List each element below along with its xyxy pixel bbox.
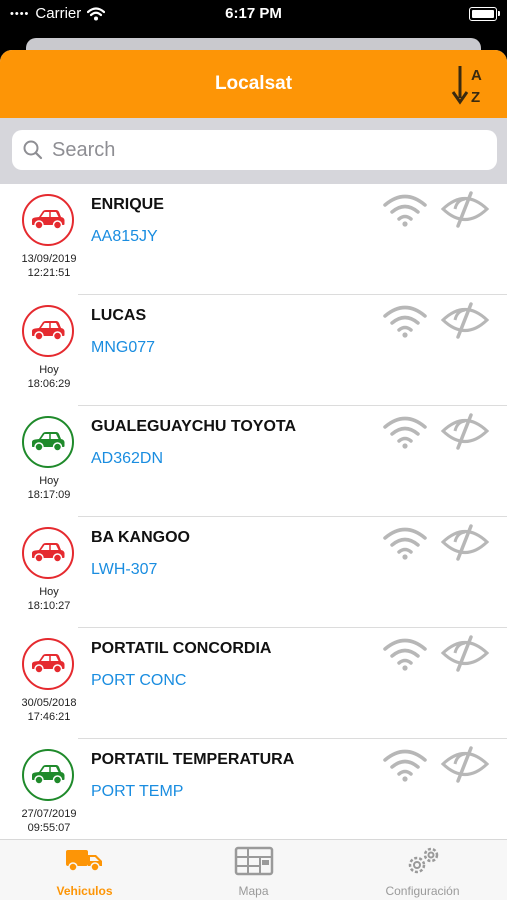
vehicle-name: BA KANGOO [91, 529, 190, 546]
vehicle-plate: AA815JY [91, 228, 158, 245]
tab-gears[interactable]: Configuración [338, 840, 507, 900]
last-report-date: Hoy [39, 586, 59, 598]
last-report-time: 12:21:51 [27, 267, 71, 279]
map-icon [169, 846, 338, 876]
car-status-icon [22, 749, 74, 801]
vehicles-sheet: Localsat A Z 13/09/2019 12: [0, 50, 507, 900]
last-report-time: 09:55:07 [27, 822, 71, 834]
vehicle-row[interactable]: Hoy 18:10:27 BA KANGOO LWH-307 [22, 517, 507, 628]
car-status-icon [22, 305, 74, 357]
tab-label: Mapa [238, 884, 269, 898]
nav-header: Localsat A Z [0, 50, 507, 118]
last-report: 27/07/2019 09:55:07 [10, 807, 88, 835]
vehicle-list: 13/09/2019 12:21:51 ENRIQUE AA815JY Hoy … [0, 184, 507, 839]
last-report: 13/09/2019 12:21:51 [10, 252, 88, 280]
connection-wifi-icon[interactable] [382, 414, 428, 450]
tab-bar: Vehiculos Mapa Configuración [0, 839, 507, 900]
vehicle-plate: LWH-307 [91, 561, 158, 578]
vehicle-plate: MNG077 [91, 339, 156, 356]
visibility-eye-slash-icon[interactable] [440, 634, 490, 672]
vehicle-plate: AD362DN [91, 450, 164, 467]
search-icon [23, 140, 43, 160]
last-report: Hoy 18:17:09 [10, 474, 88, 502]
vehicle-name: LUCAS [91, 307, 147, 324]
truck-icon [0, 846, 169, 876]
connection-wifi-icon[interactable] [382, 525, 428, 561]
last-report-date: 30/05/2018 [21, 697, 77, 709]
last-report-time: 18:06:29 [27, 378, 71, 390]
vehicle-plate: PORT TEMP [91, 783, 184, 800]
visibility-eye-slash-icon[interactable] [440, 412, 490, 450]
car-status-icon [22, 194, 74, 246]
tab-label: Configuración [385, 884, 460, 898]
vehicle-name: GUALEGUAYCHU TOYOTA [91, 418, 297, 435]
last-report-time: 18:10:27 [27, 600, 71, 612]
connection-wifi-icon[interactable] [382, 747, 428, 783]
status-time: 6:17 PM [225, 5, 282, 22]
sort-az-icon: A Z [451, 66, 482, 106]
svg-text:A: A [471, 67, 482, 84]
search-input[interactable] [50, 137, 474, 163]
vehicle-name: PORTATIL CONCORDIA [91, 640, 272, 657]
visibility-eye-slash-icon[interactable] [440, 523, 490, 561]
last-report-date: Hoy [39, 475, 59, 487]
search-area [0, 118, 507, 184]
tab-truck[interactable]: Vehiculos [0, 840, 169, 900]
tab-label: Vehiculos [56, 884, 113, 898]
last-report-date: 13/09/2019 [21, 253, 77, 265]
vehicle-row[interactable]: 13/09/2019 12:21:51 ENRIQUE AA815JY [21, 184, 507, 295]
connection-wifi-icon[interactable] [382, 303, 428, 339]
last-report-date: 27/07/2019 [21, 808, 77, 820]
vehicle-row[interactable]: Hoy 18:06:29 LUCAS MNG077 [22, 295, 507, 406]
vehicle-row[interactable]: Hoy 18:17:09 GUALEGUAYCHU TOYOTA AD362DN [22, 406, 507, 517]
last-report: Hoy 18:10:27 [10, 585, 88, 613]
status-bar: •••• Carrier 6:17 PM [0, 0, 507, 30]
vehicle-plate: PORT CONC [91, 672, 187, 689]
vehicle-row[interactable]: 30/05/2018 17:46:21 PORTATIL CONCORDIA P… [21, 628, 507, 739]
vehicle-row[interactable]: 27/07/2019 09:55:07 PORTATIL TEMPERATURA… [21, 739, 507, 839]
page-title: Localsat [214, 73, 293, 94]
car-status-icon [22, 638, 74, 690]
sort-az-button[interactable]: A Z [451, 62, 491, 106]
connection-wifi-icon[interactable] [382, 192, 428, 228]
car-status-icon [22, 416, 74, 468]
svg-text:Z: Z [471, 89, 480, 106]
gears-icon [338, 846, 507, 876]
search-box[interactable] [12, 130, 497, 170]
vehicle-name: ENRIQUE [91, 196, 164, 213]
tab-map[interactable]: Mapa [169, 840, 338, 900]
battery-icon [469, 7, 500, 21]
last-report-time: 18:17:09 [27, 489, 71, 501]
car-status-icon [22, 527, 74, 579]
last-report-time: 17:46:21 [27, 711, 71, 723]
vehicle-name: PORTATIL TEMPERATURA [91, 751, 295, 768]
visibility-eye-slash-icon[interactable] [440, 745, 490, 783]
last-report: Hoy 18:06:29 [10, 363, 88, 391]
visibility-eye-slash-icon[interactable] [440, 190, 490, 228]
last-report-date: Hoy [39, 364, 59, 376]
connection-wifi-icon[interactable] [382, 636, 428, 672]
visibility-eye-slash-icon[interactable] [440, 301, 490, 339]
last-report: 30/05/2018 17:46:21 [10, 696, 88, 724]
